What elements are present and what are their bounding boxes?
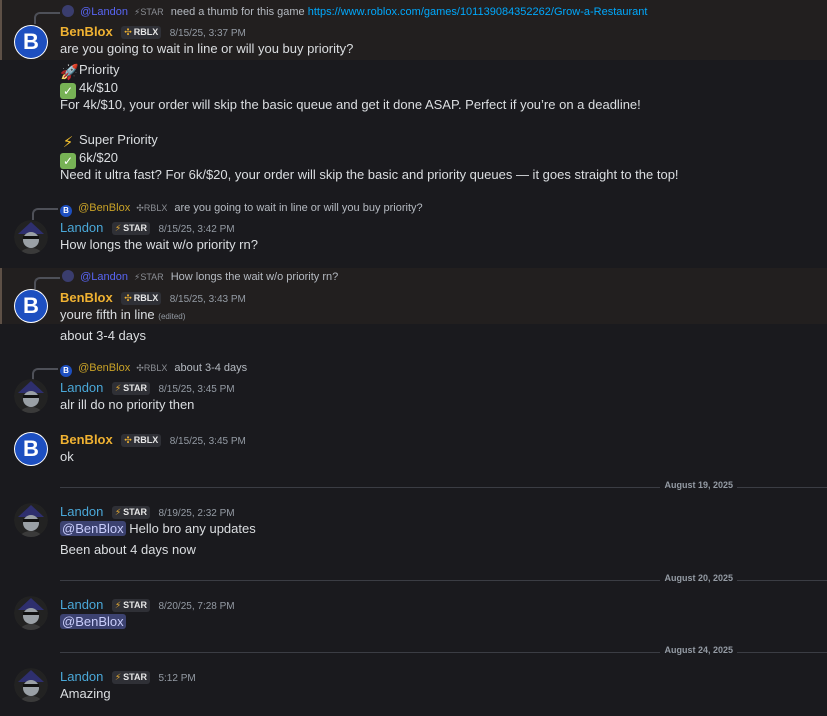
message-header: BenBlox ✣ RBLX 8/15/25, 3:45 PM <box>60 431 246 449</box>
timestamp: 5:12 PM <box>158 673 196 684</box>
avatar-landon[interactable] <box>14 596 48 630</box>
username-landon[interactable]: Landon <box>60 220 103 235</box>
date-divider-label: August 24, 2025 <box>660 645 737 655</box>
reply-spine <box>34 277 60 289</box>
username-landon[interactable]: Landon <box>60 504 103 519</box>
avatar-landon[interactable] <box>14 668 48 702</box>
star-tag-icon: ⚡STAR <box>111 671 151 684</box>
timestamp: 8/15/25, 3:45 PM <box>169 436 246 447</box>
zap-emoji: ⚡ <box>62 134 74 151</box>
reply-author[interactable]: @BenBlox <box>78 202 130 214</box>
star-tag-icon: ⚡STAR <box>111 382 151 395</box>
timestamp: 8/19/25, 2:32 PM <box>158 508 235 519</box>
avatar-landon-mini-icon <box>62 270 74 282</box>
edited-label: (edited) <box>158 312 186 321</box>
message-header: BenBlox ✣ RBLX 8/15/25, 3:37 PM <box>60 23 246 41</box>
rblx-tag-icon: ✣RBLX <box>136 203 168 213</box>
reply-text: need a thumb for this game <box>170 6 305 18</box>
message-text: about 3-4 days <box>60 328 147 343</box>
username-benblox[interactable]: BenBlox <box>60 290 113 305</box>
star-tag-icon: ⚡STAR <box>111 506 151 519</box>
message-text: How longs the wait w/o priority rn? <box>60 237 258 252</box>
reply-preview[interactable]: @Landon ⚡STAR How longs the wait w/o pri… <box>34 270 339 289</box>
game-link[interactable]: https://www.roblox.com/games/10113908435… <box>308 6 648 18</box>
username-benblox[interactable]: BenBlox <box>60 432 113 447</box>
mention-benblox[interactable]: @BenBlox <box>60 614 126 629</box>
message-text: ok <box>60 449 74 464</box>
message-text: youre fifth in line (edited) <box>60 307 186 322</box>
message-header: Landon ⚡ STAR 8/15/25, 3:42 PM <box>60 219 235 237</box>
username-landon[interactable]: Landon <box>60 380 103 395</box>
avatar-benblox-mini-icon: B <box>60 205 72 217</box>
message-text: Been about 4 days now <box>60 542 196 557</box>
reply-preview[interactable]: B @BenBlox ✣RBLX about 3-4 days <box>32 361 248 380</box>
username-landon[interactable]: Landon <box>60 597 103 612</box>
avatar-landon[interactable] <box>14 379 48 413</box>
timestamp: 8/15/25, 3:45 PM <box>158 384 235 395</box>
message-header: Landon ⚡ STAR 8/19/25, 2:32 PM <box>60 503 235 521</box>
reply-author[interactable]: @Landon <box>80 271 128 283</box>
reply-preview[interactable]: B @BenBlox ✣RBLX are you going to wait i… <box>32 201 423 220</box>
message-header: Landon ⚡ STAR 8/20/25, 7:28 PM <box>60 596 235 614</box>
reply-text: about 3-4 days <box>174 362 248 374</box>
reply-spine <box>32 208 58 220</box>
avatar-landon-mini-icon <box>62 5 74 17</box>
star-tag-icon: ⚡STAR <box>134 7 164 17</box>
avatar-landon[interactable] <box>14 503 48 537</box>
timestamp: 8/15/25, 3:37 PM <box>169 28 246 39</box>
avatar-benblox[interactable]: B <box>14 432 48 466</box>
avatar-landon[interactable] <box>14 220 48 254</box>
message-text: For 4k/$10, your order will skip the bas… <box>60 97 641 112</box>
message-text: alr ill do no priority then <box>60 397 195 412</box>
message-text: @BenBlox Hello bro any updates <box>60 521 256 536</box>
date-divider-label: August 19, 2025 <box>660 480 737 490</box>
rblx-tag-icon: ✣RBLX <box>121 434 162 447</box>
avatar-benblox[interactable]: B <box>14 289 48 323</box>
star-tag-icon: ⚡STAR <box>134 272 164 282</box>
message-text: are you going to wait in line or will yo… <box>60 41 354 56</box>
reply-text: are you going to wait in line or will yo… <box>174 202 423 214</box>
star-tag-icon: ⚡STAR <box>111 222 151 235</box>
reply-spine <box>32 368 58 380</box>
date-divider: August 19, 2025 <box>60 480 827 490</box>
avatar-benblox[interactable]: B <box>14 25 48 59</box>
message-text: Need it ultra fast? For 6k/$20, your ord… <box>60 167 679 182</box>
rblx-tag-icon: ✣RBLX <box>121 26 162 39</box>
reply-spine <box>34 12 60 24</box>
message-header: BenBlox ✣ RBLX 8/15/25, 3:43 PM <box>60 289 246 307</box>
reply-author[interactable]: @BenBlox <box>78 362 130 374</box>
rblx-tag-icon: ✣RBLX <box>136 363 168 373</box>
avatar-benblox-mini-icon: B <box>60 365 72 377</box>
rocket-emoji: 🚀 <box>60 64 79 81</box>
date-divider-label: August 20, 2025 <box>660 573 737 583</box>
date-divider: August 20, 2025 <box>60 573 827 583</box>
reply-author[interactable]: @Landon <box>80 6 128 18</box>
reply-text: How longs the wait w/o priority rn? <box>170 271 339 283</box>
message-header: Landon ⚡ STAR 5:12 PM <box>60 668 196 686</box>
mention-benblox[interactable]: @BenBlox <box>60 521 126 536</box>
star-tag-icon: ⚡STAR <box>111 599 151 612</box>
date-divider: August 24, 2025 <box>60 645 827 655</box>
reply-preview[interactable]: @Landon ⚡STAR need a thumb for this game… <box>34 5 648 24</box>
message-text: Amazing <box>60 686 111 701</box>
message-text: @BenBlox <box>60 614 126 630</box>
timestamp: 8/15/25, 3:42 PM <box>158 224 235 235</box>
timestamp: 8/15/25, 3:43 PM <box>169 294 246 305</box>
rblx-tag-icon: ✣RBLX <box>121 292 162 305</box>
timestamp: 8/20/25, 7:28 PM <box>158 601 235 612</box>
message-text: ⚡ Super Priority <box>60 132 158 151</box>
message-text: 🚀Priority <box>60 62 120 81</box>
username-landon[interactable]: Landon <box>60 669 103 684</box>
username-benblox[interactable]: BenBlox <box>60 24 113 39</box>
message-header: Landon ⚡ STAR 8/15/25, 3:45 PM <box>60 379 235 397</box>
